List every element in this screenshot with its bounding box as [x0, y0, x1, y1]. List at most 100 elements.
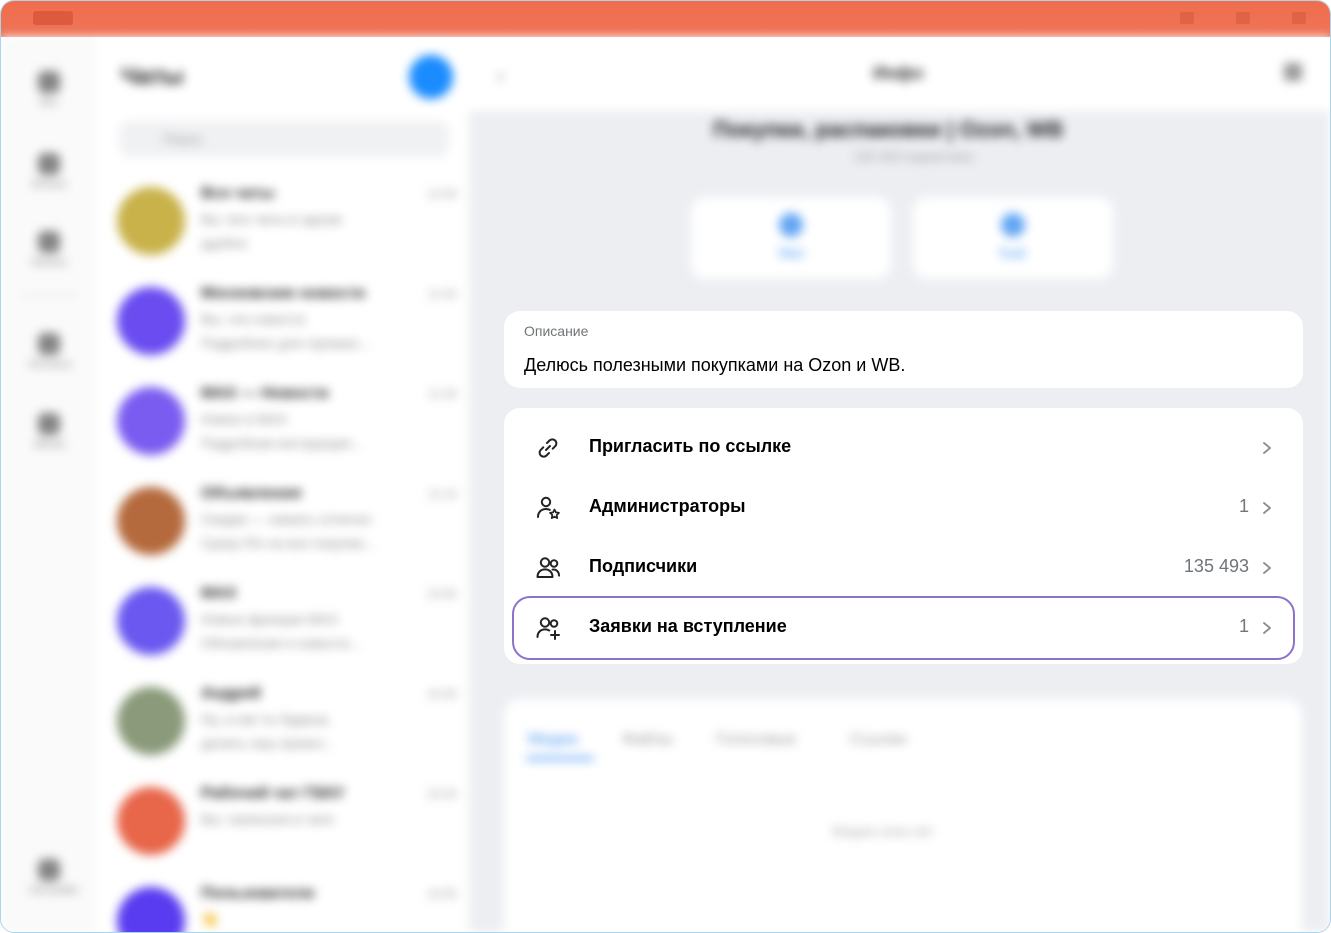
description-text: Делюсь полезными покупками на Ozon и WB. — [524, 355, 906, 375]
chat-time: 10:05 — [426, 887, 457, 901]
more-icon — [1001, 213, 1025, 237]
chat-list-item[interactable]: Московские новости 11:42 Вы: эти новости По… — [117, 275, 457, 375]
chevron-right-icon — [1263, 562, 1271, 574]
rail-item-calls[interactable]: Звонки — [29, 413, 69, 450]
back-arrow-icon[interactable]: ‹ — [497, 63, 504, 89]
avatar — [117, 387, 185, 455]
channel-name: Покупки, распаковки | Ozon, WB — [713, 117, 1064, 142]
avatar — [117, 487, 185, 555]
sound-button[interactable]: Звук — [691, 197, 891, 279]
subscribers-row[interactable]: Подписчики 135 493 — [514, 538, 1293, 598]
rail-item-settings[interactable]: Настройки — [29, 859, 78, 896]
chevron-right-icon — [1263, 502, 1271, 514]
avatar — [117, 287, 185, 355]
search-input[interactable]: Поиск — [119, 121, 449, 157]
chat-time: 10:55 — [426, 587, 457, 601]
chat-preview: 👋 — [201, 911, 219, 927]
chat-list-item[interactable]: MAX 10:55 Новые функции MAX Обновления и но… — [117, 575, 457, 675]
media-card: Медиа Файлы Голосовые Ссылки Медиа пока … — [504, 699, 1302, 932]
tab-files[interactable]: Файлы — [622, 731, 673, 749]
chat-preview: Вы: все чаты в одном — [201, 211, 342, 227]
rail-item-personal[interactable]: Личные — [29, 153, 69, 190]
tab-links[interactable]: Ссылки — [850, 731, 906, 749]
chat-name: Рабочий чат ГБКУ — [201, 785, 345, 802]
chat-preview-2: удобно — [201, 235, 248, 251]
info-title: Инфо — [873, 63, 924, 83]
admins-label: Администраторы — [589, 496, 746, 516]
avatar — [117, 787, 185, 855]
invite-link-row[interactable]: Пригласить по ссылке — [514, 418, 1293, 478]
phone-icon — [38, 413, 60, 435]
chat-name: Объявления — [201, 485, 302, 502]
admins-count: 1 — [1238, 496, 1249, 516]
chat-preview: Вы: написали в чате — [201, 811, 334, 827]
chevron-right-icon — [1263, 622, 1271, 634]
chat-preview: Новые функции MAX — [201, 611, 339, 627]
maximize-button[interactable] — [1236, 12, 1250, 24]
chat-list-item[interactable]: MAX — Новости 11:30 Новое в MAX Подробная и… — [117, 375, 457, 475]
chat-time: 11:10 — [427, 487, 457, 501]
titlebar — [1, 1, 1330, 37]
info-header: ‹ Инфо — [469, 37, 1330, 111]
chat-list-item[interactable]: Андрей 10:40 Ну, а как ты будешь делать наш… — [117, 675, 457, 775]
rail-item-contacts[interactable]: Контакты — [29, 333, 72, 370]
chat-name: MAX — [201, 585, 237, 602]
chat-name: Московские новости — [201, 285, 366, 302]
chat-time: 11:42 — [427, 287, 457, 301]
chat-time: 10:20 — [426, 787, 457, 801]
avatar — [117, 687, 185, 755]
rail-item-all[interactable]: Все — [29, 71, 69, 108]
avatar — [117, 187, 185, 255]
nav-rail: Все Личные Каналы Контакты Звонки Настро… — [1, 37, 97, 932]
chat-list-item[interactable]: Объявления 11:10 Скидки — нажать отлично Ср… — [117, 475, 457, 575]
edit-icon[interactable] — [1284, 63, 1302, 81]
chat-time: 11:30 — [427, 387, 457, 401]
app-logo — [33, 11, 73, 25]
chat-preview: Новое в MAX — [201, 411, 288, 427]
chat-preview: Вы: эти новости — [201, 311, 305, 327]
channel-subtitle: 135 493 подписчика — [853, 149, 974, 164]
join-requests-row[interactable]: Заявки на вступление 1 — [512, 596, 1295, 660]
chat-list-panel: Чаты Поиск Все чаты 12:00 Вы: все чаты в о… — [97, 37, 469, 932]
app-window: Все Личные Каналы Контакты Звонки Настро… — [0, 0, 1331, 933]
description-label: Описание — [524, 323, 589, 339]
avatar — [117, 587, 185, 655]
person-icon — [38, 153, 60, 175]
chat-preview-2: делать наш проект... — [201, 735, 335, 751]
chat-name: Пользователи — [201, 885, 315, 902]
add-user-icon — [536, 617, 560, 640]
join-requests-count: 1 — [1238, 616, 1249, 636]
subscribers-icon — [536, 557, 560, 578]
chat-preview: Ну, а как ты будешь — [201, 711, 330, 727]
chat-name: Андрей — [201, 685, 261, 702]
chat-list-item[interactable]: Рабочий чат ГБКУ 10:20 Вы: написали в чате — [117, 775, 457, 875]
chat-preview-2: Подробнее для горожан... — [201, 335, 370, 351]
bell-icon — [779, 213, 803, 237]
minimize-button[interactable] — [1180, 12, 1194, 24]
rail-divider — [21, 295, 77, 296]
chat-preview-2: Обновления и новости... — [201, 635, 361, 651]
rail-item-channels[interactable]: Каналы — [29, 231, 69, 268]
admins-row[interactable]: Администраторы 1 — [514, 478, 1293, 538]
tab-voice[interactable]: Голосовые — [716, 731, 797, 749]
more-button[interactable]: Ещё — [913, 197, 1113, 279]
close-button[interactable] — [1292, 12, 1306, 24]
compose-button[interactable] — [409, 55, 453, 99]
chat-list-title: Чаты — [121, 63, 184, 90]
channel-menu-card: Пригласить по ссылке Администраторы 1 По… — [504, 408, 1303, 664]
chat-name: MAX — Новости — [201, 385, 329, 402]
description-card: Описание Делюсь полезными покупками на O… — [504, 311, 1303, 388]
chats-icon — [38, 71, 60, 93]
invite-link-label: Пригласить по ссылке — [589, 436, 792, 456]
channel-icon — [38, 231, 60, 253]
chat-name: Все чаты — [201, 185, 275, 202]
chat-list-item[interactable]: Пользователи 10:05 👋 — [117, 875, 457, 932]
chat-list-item[interactable]: Все чаты 12:00 Вы: все чаты в одном удобно — [117, 175, 457, 275]
tab-media[interactable]: Медиа — [528, 731, 577, 749]
subscribers-label: Подписчики — [589, 556, 698, 576]
media-empty-text: Медиа пока нет — [832, 823, 934, 839]
link-icon — [538, 438, 558, 458]
subscribers-count: 135 493 — [1183, 556, 1249, 576]
chat-preview-2: Сразу 5% на все покупки... — [201, 535, 376, 551]
avatar — [117, 887, 185, 932]
